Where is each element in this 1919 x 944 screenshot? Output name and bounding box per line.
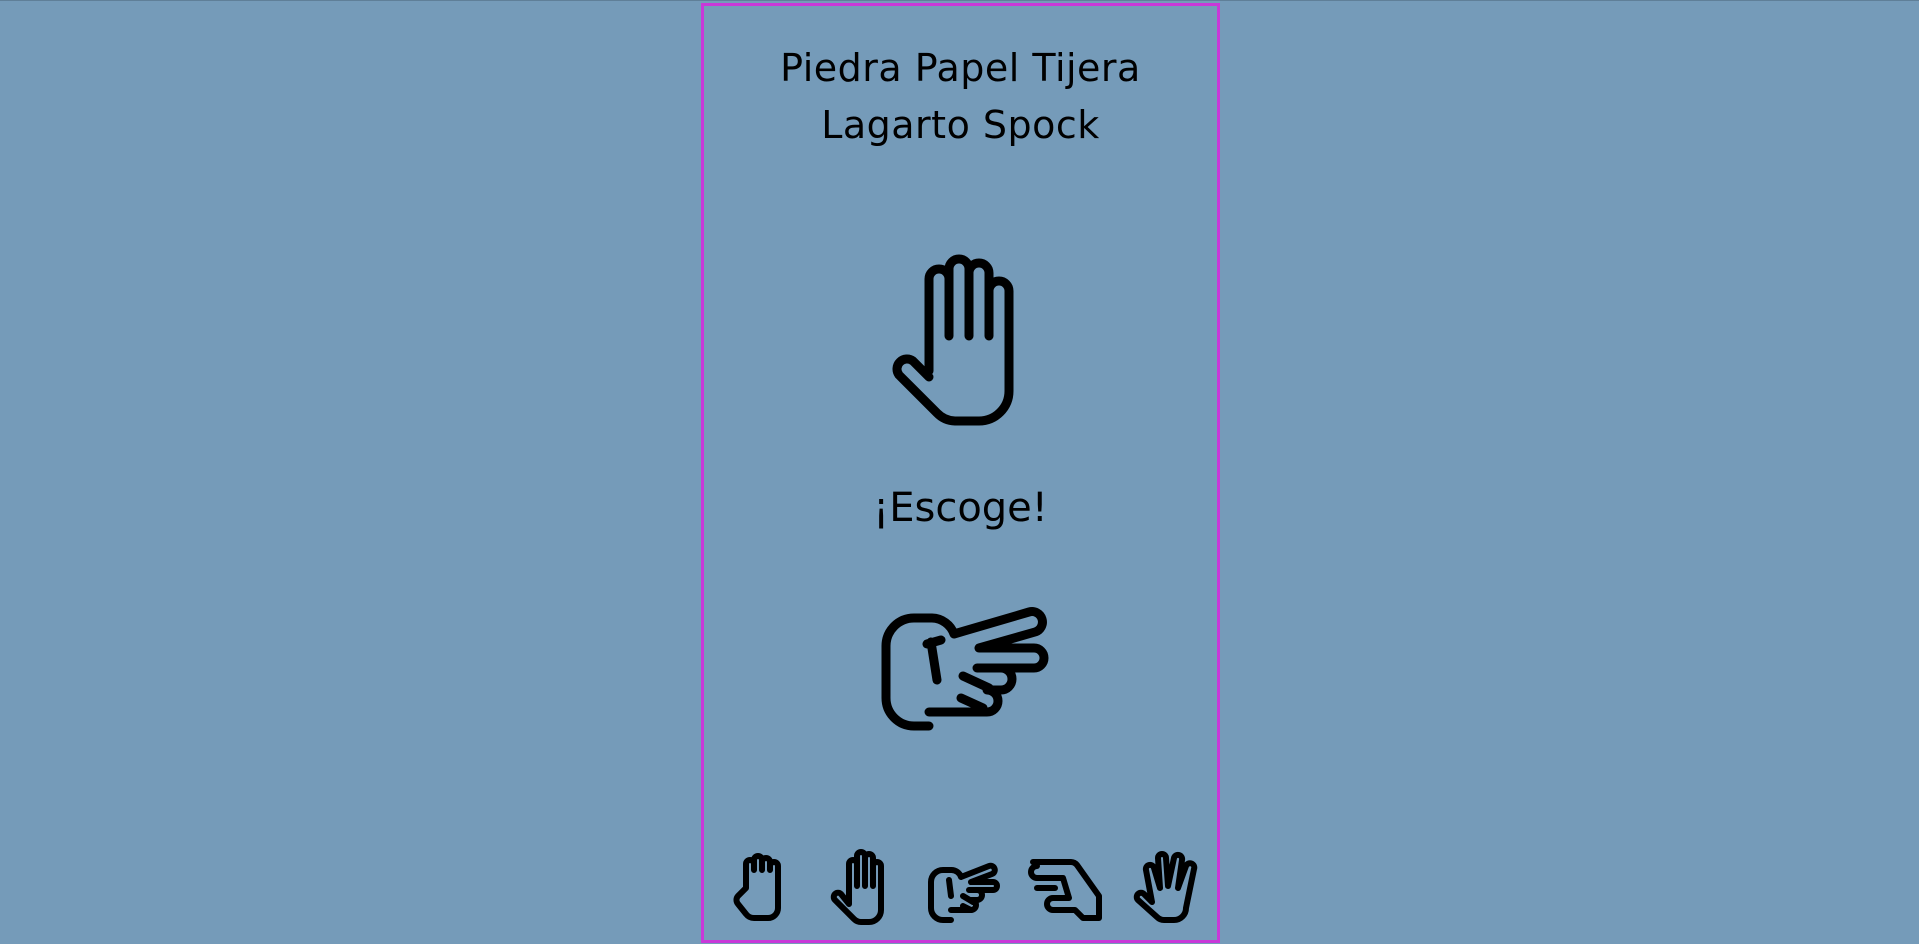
paper-hand-icon (892, 254, 1014, 426)
choice-rock-button[interactable] (720, 848, 800, 926)
choice-lizard-button[interactable] (1025, 848, 1105, 926)
rock-hand-icon (733, 853, 781, 921)
choice-spock-button[interactable] (1126, 848, 1206, 926)
choice-paper-button[interactable] (821, 848, 901, 926)
game-panel: Piedra Papel Tijera Lagarto Spock ¡Escog… (701, 3, 1220, 943)
paper-hand-icon (830, 849, 884, 925)
title-line-2: Lagarto Spock (821, 103, 1100, 147)
scissors-hand-icon (881, 607, 1049, 731)
choice-bar (704, 848, 1217, 926)
title-line-1: Piedra Papel Tijera (780, 46, 1141, 90)
spock-hand-icon (1133, 851, 1198, 923)
game-screen: Piedra Papel Tijera Lagarto Spock ¡Escog… (0, 0, 1919, 944)
choose-prompt: ¡Escoge! (873, 485, 1048, 531)
lizard-hand-icon (1028, 859, 1102, 921)
scissors-hand-icon (928, 862, 1000, 923)
choice-scissors-button[interactable] (923, 848, 1003, 926)
game-title: Piedra Papel Tijera Lagarto Spock (704, 40, 1217, 154)
